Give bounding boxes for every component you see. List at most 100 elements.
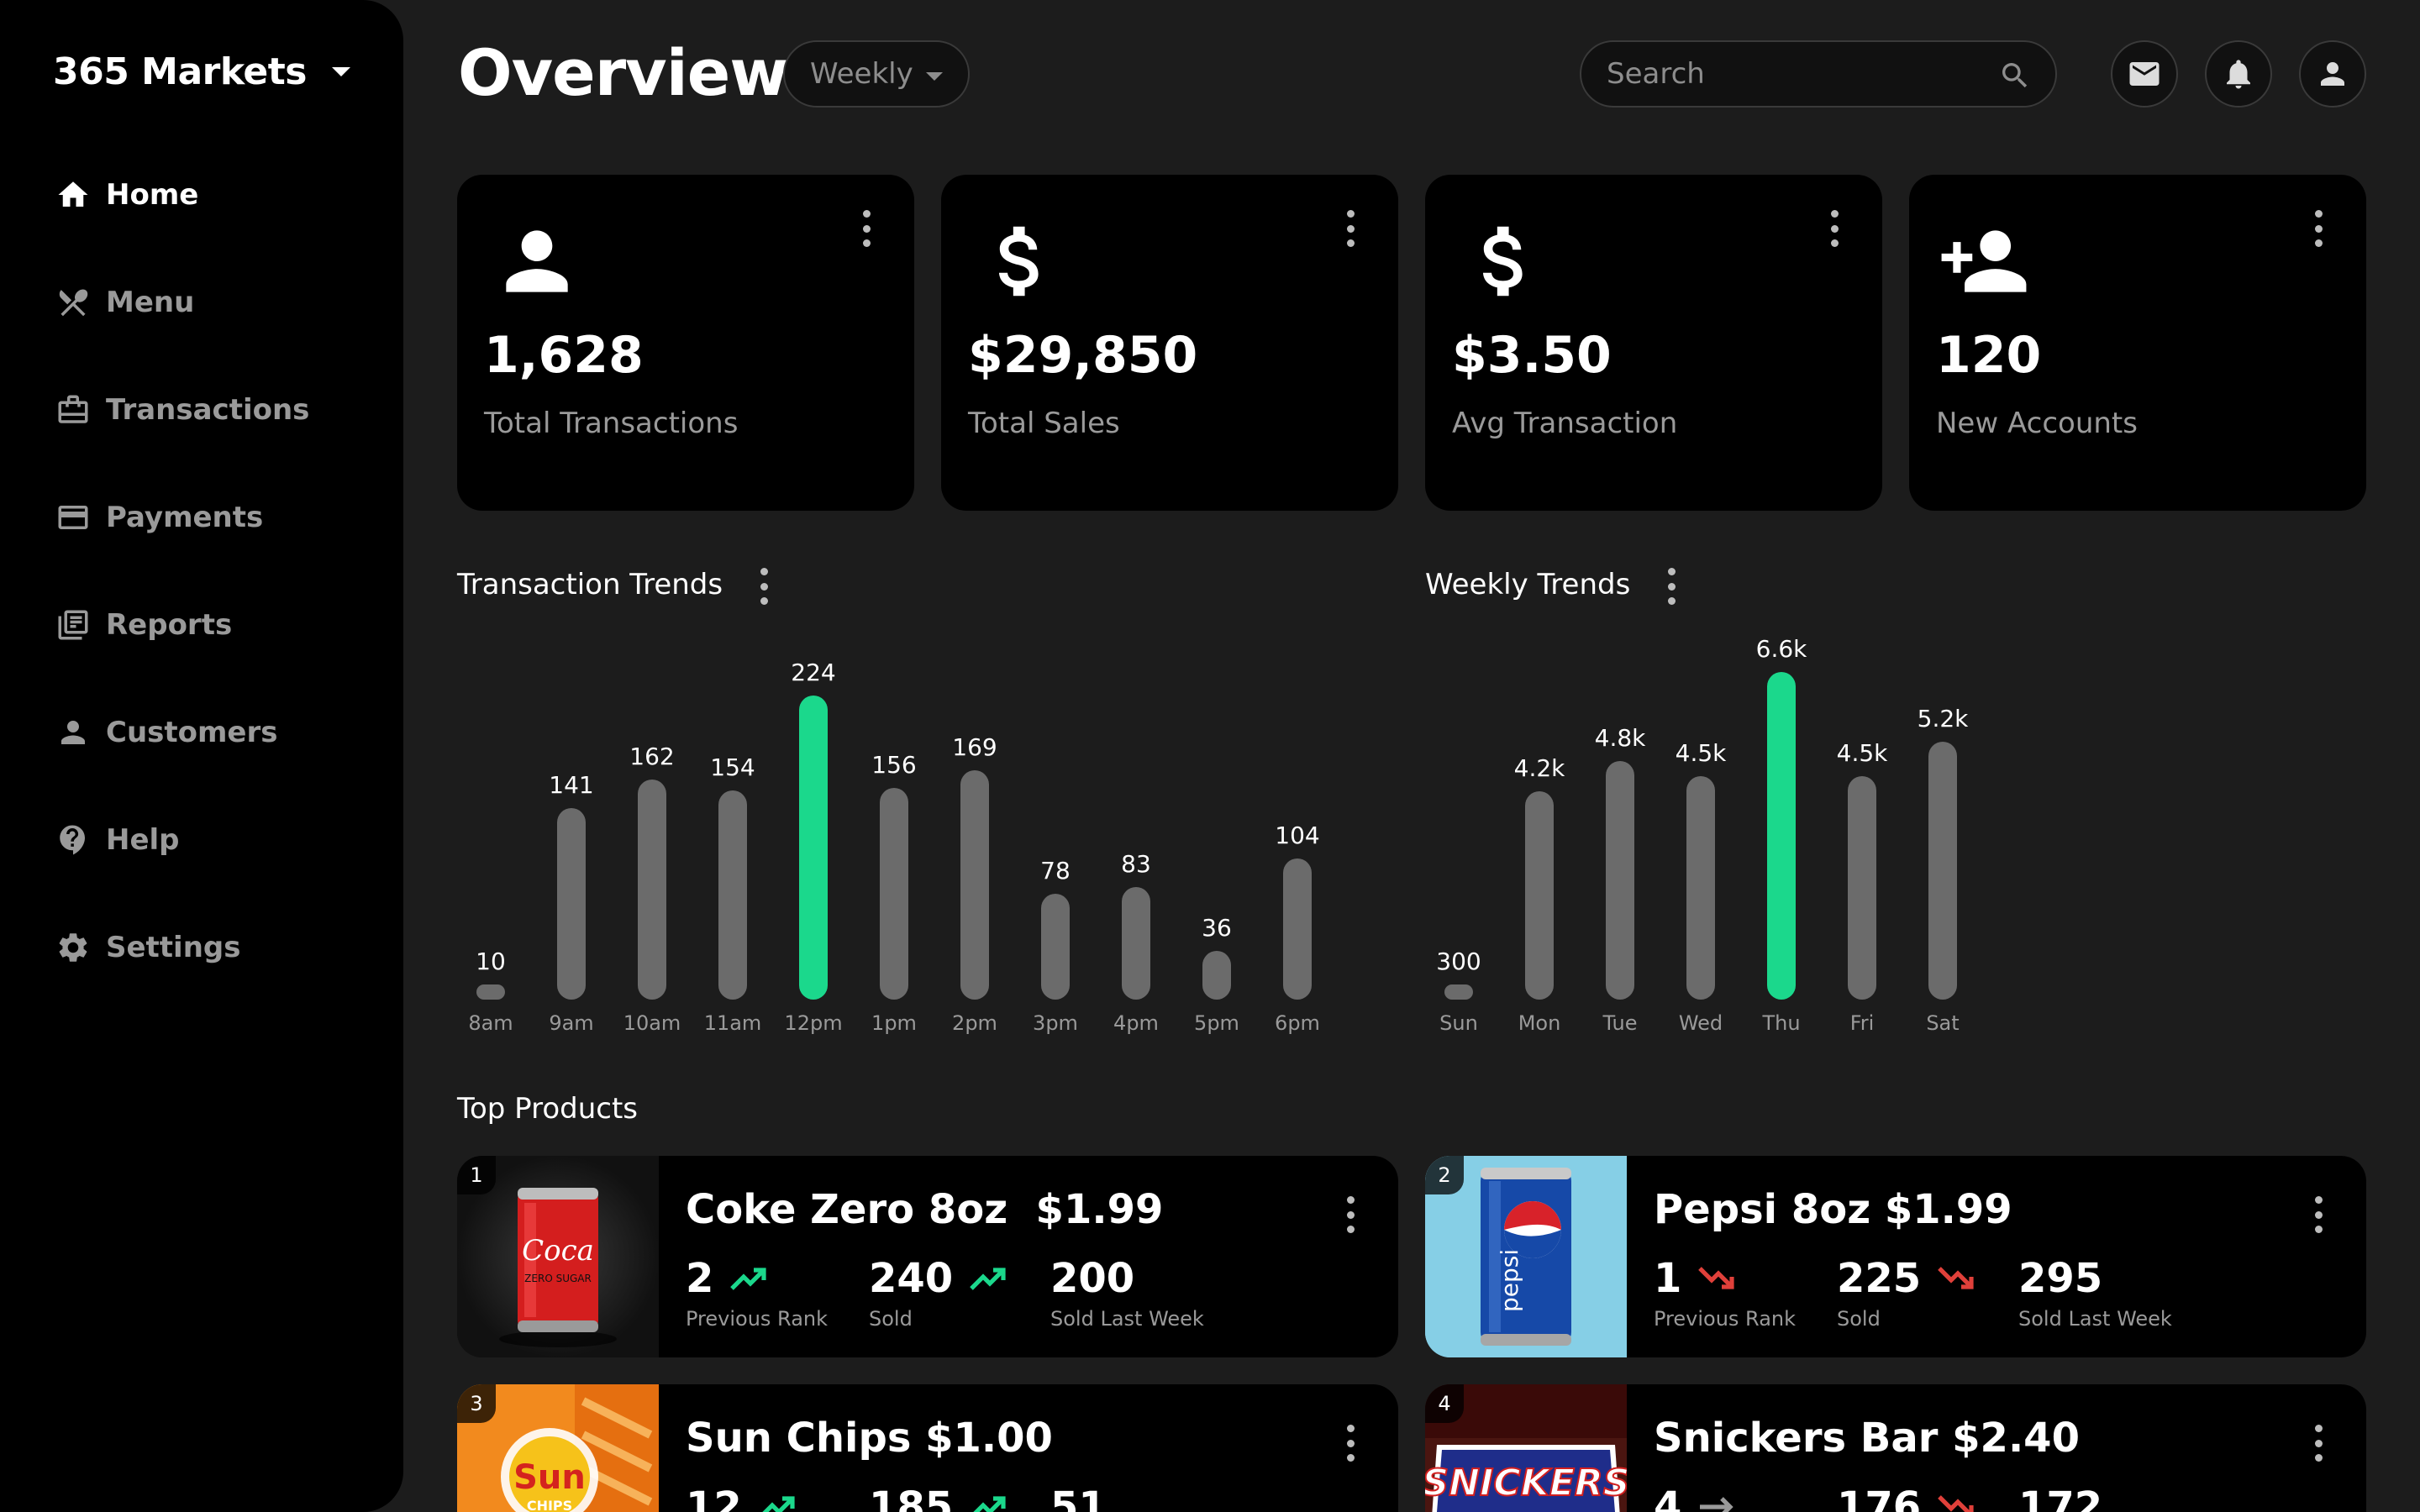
- product-prev-rank-value: 2: [686, 1255, 714, 1302]
- svg-text:pepsi: pepsi: [1496, 1249, 1523, 1312]
- section-title-weekly-trends: Weekly Trends: [1425, 568, 1631, 601]
- trend-up-icon: [730, 1268, 767, 1290]
- product-name: Snickers Bar $2.40: [1654, 1415, 2080, 1462]
- product-sold-value: 185: [869, 1483, 954, 1512]
- caption: Sold Last Week: [1050, 1307, 1204, 1331]
- product-name: Pepsi 8oz $1.99: [1654, 1186, 2012, 1233]
- product-name: Coke Zero 8oz $1.99: [686, 1186, 1164, 1233]
- trend-flat-icon: [1700, 1497, 1734, 1512]
- chart-bar[interactable]: [1606, 761, 1634, 1000]
- product-prev-rank-value: 12: [686, 1483, 742, 1512]
- product-rank-badge: 3: [457, 1384, 496, 1423]
- svg-text:Coca: Coca: [522, 1234, 594, 1268]
- product-sold-value: 240: [869, 1255, 954, 1302]
- product-prev-rank: 2 Previous Rank: [686, 1255, 828, 1331]
- caption: Sold: [1837, 1307, 1881, 1331]
- dollar-icon: [998, 226, 1039, 297]
- chart-x-label: Tue: [1602, 1011, 1638, 1035]
- page-title: Overview: [458, 35, 789, 110]
- product-card[interactable]: pepsi 2 Pepsi 8oz $1.99 1 Previous Rank …: [1425, 1156, 2366, 1357]
- svg-text:CHIPS: CHIPS: [527, 1498, 572, 1512]
- product-card[interactable]: SNICKERS 4 Snickers Bar $2.40 4 Previous…: [1425, 1384, 2366, 1512]
- more-options-icon[interactable]: [1346, 1425, 1355, 1462]
- product-card[interactable]: Coca ZERO SUGAR 1 Coke Zero 8oz $1.99 2 …: [457, 1156, 1398, 1357]
- product-sold-last-week-value: 295: [2018, 1255, 2103, 1302]
- notifications-button[interactable]: [2205, 40, 2272, 108]
- svg-text:ZERO SUGAR: ZERO SUGAR: [524, 1273, 592, 1284]
- product-sold-value: 225: [1837, 1255, 1922, 1302]
- bell-icon: [2227, 60, 2250, 89]
- search-bar: [1580, 40, 2057, 108]
- chart-bar[interactable]: [1767, 672, 1796, 1000]
- sidebar-item-label: Home: [106, 178, 199, 212]
- brand-switcher[interactable]: 365 Markets: [53, 50, 350, 93]
- chart-x-label: Fri: [1849, 1011, 1875, 1035]
- product-card[interactable]: Sun CHIPS 3 Sun Chips $1.00 12 Previous …: [457, 1384, 1398, 1512]
- search-icon[interactable]: [1998, 59, 2032, 92]
- more-options-icon[interactable]: [1346, 210, 1355, 247]
- more-options-icon[interactable]: [760, 568, 768, 605]
- stat-card-new-accounts: 120 New Accounts: [1909, 175, 2366, 511]
- product-sold-last-week-value: 200: [1050, 1255, 1135, 1302]
- trend-up-icon: [762, 1496, 795, 1512]
- mail-button[interactable]: [2111, 40, 2178, 108]
- trend-down-icon: [1698, 1267, 1735, 1289]
- chart-value-label: 4.5k: [1836, 739, 1888, 768]
- more-options-icon[interactable]: [1667, 568, 1676, 605]
- more-options-icon[interactable]: [1830, 210, 1839, 247]
- brand-name: 365 Markets: [53, 50, 307, 93]
- product-rank-badge: 4: [1425, 1384, 1464, 1423]
- trend-up-icon: [973, 1496, 1006, 1512]
- stat-value: 1,628: [484, 326, 644, 385]
- chart-value-label: 300: [1436, 948, 1481, 975]
- product-prev-rank-value: 4: [1654, 1483, 1682, 1512]
- add-person-icon: [1941, 230, 2027, 292]
- product-sold-last-week: 172 Sold Last Week: [2018, 1483, 2172, 1512]
- sidebar-item-label: Transactions: [106, 393, 310, 427]
- stat-card-avg-transaction: $3.50 Avg Transaction: [1425, 175, 1882, 511]
- product-sold-last-week: 295 Sold Last Week: [2018, 1255, 2172, 1331]
- chart-x-label: Mon: [1518, 1011, 1561, 1035]
- more-options-icon[interactable]: [862, 210, 871, 247]
- more-options-icon[interactable]: [2314, 1196, 2323, 1233]
- product-prev-rank: 12 Previous Rank: [686, 1483, 828, 1512]
- sidebar-item-label: Payments: [106, 501, 264, 534]
- caption: Sold Last Week: [2018, 1307, 2172, 1331]
- chart-value-label: 5.2k: [1917, 704, 1969, 732]
- caption: Previous Rank: [686, 1307, 829, 1331]
- chart-x-label: Sat: [1926, 1011, 1960, 1035]
- search-input[interactable]: [1607, 57, 1976, 91]
- product-sold: 240 Sold: [869, 1255, 1008, 1331]
- period-select[interactable]: Weekly: [783, 40, 970, 108]
- stat-label: Total Sales: [968, 407, 1120, 440]
- profile-button[interactable]: [2299, 40, 2366, 108]
- product-sold-value: 176: [1837, 1483, 1922, 1512]
- caption: Sold: [869, 1307, 913, 1331]
- sidebar-item-home[interactable]: Home: [55, 170, 198, 220]
- person-icon: [2321, 62, 2344, 86]
- chart-bar[interactable]: [1525, 790, 1554, 1000]
- more-options-icon[interactable]: [1346, 1196, 1355, 1233]
- chart-bar[interactable]: [1928, 741, 1957, 1000]
- sidebar-item-transactions[interactable]: Transactions: [55, 385, 309, 435]
- chart-bar[interactable]: [1686, 776, 1715, 1000]
- sidebar-item-payments[interactable]: Payments: [55, 492, 263, 543]
- stat-value: $29,850: [968, 326, 1198, 385]
- more-options-icon[interactable]: [2314, 1425, 2323, 1462]
- chart-bar[interactable]: [1444, 984, 1473, 1000]
- person-icon: [506, 230, 568, 292]
- chart-x-label: Sun: [1439, 1011, 1478, 1035]
- stat-card-total-sales: $29,850 Total Sales: [941, 175, 1398, 511]
- chart-bar[interactable]: [1848, 776, 1876, 1000]
- stat-label: Avg Transaction: [1452, 407, 1678, 440]
- dollar-icon: [1482, 226, 1523, 297]
- more-options-icon[interactable]: [2314, 210, 2323, 247]
- stat-label: New Accounts: [1936, 407, 2138, 440]
- chart-x-label: Thu: [1762, 1011, 1801, 1035]
- chevron-down-icon: [331, 67, 350, 76]
- sidebar-item-menu[interactable]: Menu: [55, 277, 194, 328]
- period-select-value: Weekly: [810, 57, 913, 91]
- product-sold-last-week-value: 51: [1050, 1483, 1107, 1512]
- credit-card-icon: [58, 506, 88, 529]
- product-sold: 185 Sold: [869, 1483, 1008, 1512]
